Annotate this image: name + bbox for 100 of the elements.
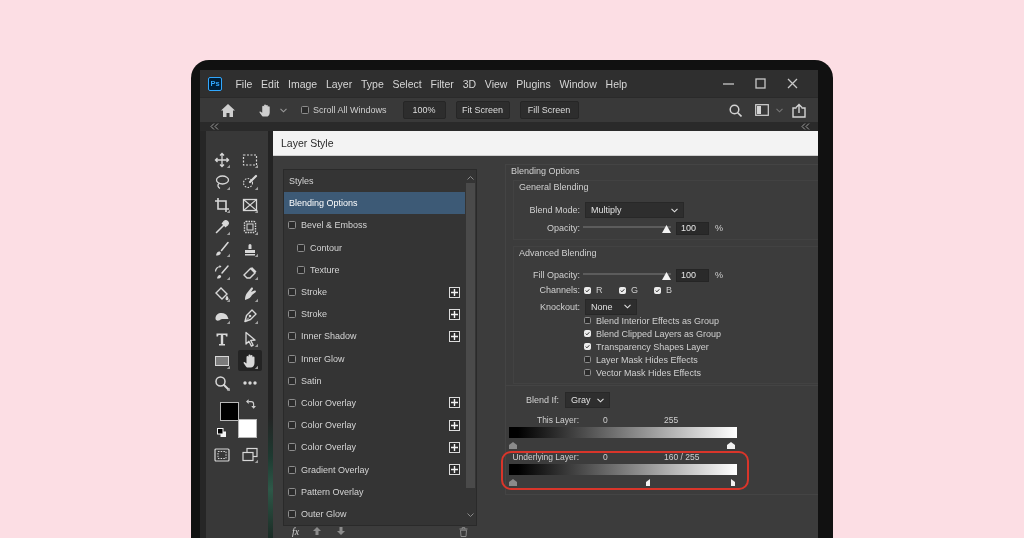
close-icon[interactable] [787, 78, 798, 89]
option-label: Vector Mask Hides Effects [596, 367, 701, 378]
style-list-item[interactable]: Outer Glow [284, 502, 465, 525]
scrollbar-thumb[interactable] [466, 183, 475, 488]
option-label: Transparency Shapes Layer [596, 341, 709, 352]
blend-if-dropdown[interactable]: Gray [565, 392, 610, 408]
style-list-item[interactable]: Color Overlay [284, 436, 465, 459]
arrow-down-icon[interactable] [337, 527, 346, 535]
checkbox[interactable] [297, 243, 305, 252]
toolbar-button[interactable]: Fill Screen [519, 101, 579, 119]
slider-thumb[interactable] [662, 225, 671, 233]
caret-icon[interactable] [280, 107, 287, 113]
menu-item[interactable]: Help [601, 77, 632, 90]
checkmark-icon [655, 287, 660, 293]
style-list-item[interactable]: Color Overlay [284, 414, 465, 437]
style-list-item[interactable]: Inner Shadow [284, 325, 465, 348]
menu-item[interactable]: Type [356, 77, 389, 90]
panel-layout-icon[interactable] [755, 104, 769, 116]
menu-item[interactable]: Select [388, 77, 427, 90]
fill-opacity-input[interactable]: 100 [676, 268, 709, 282]
checkbox[interactable] [288, 221, 296, 230]
toolbar-button[interactable]: 100% [402, 101, 446, 119]
add-button[interactable] [449, 441, 460, 453]
blend-mode-dropdown[interactable]: Multiply [585, 202, 684, 218]
checkbox[interactable] [288, 288, 296, 297]
style-list-item[interactable]: Contour [284, 236, 465, 259]
background-swatch[interactable] [238, 419, 257, 439]
add-button[interactable] [449, 397, 460, 409]
menu-item[interactable]: 3D [458, 77, 481, 90]
add-button[interactable] [449, 330, 460, 342]
minimize-icon[interactable] [723, 82, 734, 85]
menu-item[interactable]: Plugins [511, 77, 556, 90]
menu-item[interactable]: View [480, 77, 512, 90]
slider-thumb[interactable] [731, 479, 735, 486]
checkbox[interactable] [288, 332, 296, 341]
checkbox[interactable] [584, 343, 591, 350]
toolbar-button[interactable]: Fit Screen [455, 101, 510, 119]
add-button[interactable] [449, 308, 460, 320]
checkbox[interactable] [288, 421, 296, 430]
foreground-swatch[interactable] [220, 402, 239, 422]
checkbox[interactable] [288, 376, 296, 385]
style-list-item[interactable]: Texture [284, 258, 465, 281]
opacity-input[interactable]: 100 [676, 221, 709, 235]
style-list-item[interactable]: Blending Options [284, 192, 465, 215]
style-list-item[interactable]: Gradient Overlay [284, 458, 465, 481]
checkbox[interactable] [584, 369, 591, 376]
hand-icon[interactable] [258, 102, 273, 118]
style-list-item[interactable]: Color Overlay [284, 391, 465, 415]
slider-thumb[interactable] [509, 442, 517, 449]
checkbox[interactable] [584, 330, 591, 337]
checkbox[interactable] [288, 398, 296, 407]
search-icon[interactable] [729, 103, 742, 117]
checkbox[interactable] [288, 354, 296, 363]
slider-thumb[interactable] [662, 272, 671, 280]
menu-item[interactable]: Filter [426, 77, 459, 90]
knockout-dropdown[interactable]: None [585, 298, 637, 315]
brush-selection-icon [242, 174, 258, 191]
checkbox[interactable] [297, 265, 305, 274]
style-list-item[interactable]: Bevel & Emboss [284, 214, 465, 237]
menu-item[interactable]: Edit [256, 77, 284, 90]
tool-button[interactable] [238, 350, 262, 372]
effects-button[interactable]: fx [292, 527, 300, 537]
add-button[interactable] [449, 419, 460, 431]
add-button[interactable] [449, 464, 460, 476]
gradient-slider[interactable] [509, 464, 737, 486]
style-list-item[interactable]: Styles [284, 170, 465, 193]
trash-icon[interactable] [459, 527, 468, 537]
checkbox[interactable] [584, 317, 591, 324]
checkmark-icon [585, 331, 590, 336]
slider-thumb[interactable] [645, 479, 650, 486]
style-list-item[interactable]: Pattern Overlay [284, 480, 465, 503]
checkbox[interactable] [288, 509, 296, 518]
checkbox[interactable] [584, 356, 591, 363]
style-list-item[interactable]: Inner Glow [284, 347, 465, 370]
checkbox[interactable] [288, 310, 296, 319]
menu-item[interactable]: Layer [321, 77, 357, 90]
gradient-slider[interactable] [509, 427, 737, 449]
caret-up-icon[interactable] [467, 176, 474, 180]
slider-thumb[interactable] [727, 442, 735, 449]
menu-item[interactable]: File [231, 77, 257, 90]
checkbox[interactable] [288, 487, 296, 496]
home-icon[interactable] [221, 103, 235, 117]
checkbox[interactable] [301, 106, 309, 114]
menu-item[interactable]: Image [283, 77, 322, 90]
add-button[interactable] [449, 286, 460, 298]
share-icon[interactable] [792, 102, 806, 118]
menu-item[interactable]: Window [555, 77, 602, 90]
plus-icon [451, 399, 458, 407]
caret-down-icon[interactable] [467, 513, 474, 517]
checkbox[interactable] [288, 465, 296, 474]
style-list-item[interactable]: Satin [284, 369, 465, 392]
swap-arrows-icon[interactable] [246, 399, 256, 410]
style-list-item[interactable]: Stroke [284, 303, 465, 326]
style-list-item[interactable]: Stroke [284, 280, 465, 304]
checkbox[interactable] [288, 443, 296, 452]
option-label: Layer Mask Hides Effects [596, 354, 698, 365]
maximize-icon[interactable] [755, 78, 766, 89]
slider-thumb[interactable] [509, 479, 517, 486]
default-colors-icon[interactable] [217, 428, 226, 438]
arrow-up-icon[interactable] [313, 527, 322, 535]
